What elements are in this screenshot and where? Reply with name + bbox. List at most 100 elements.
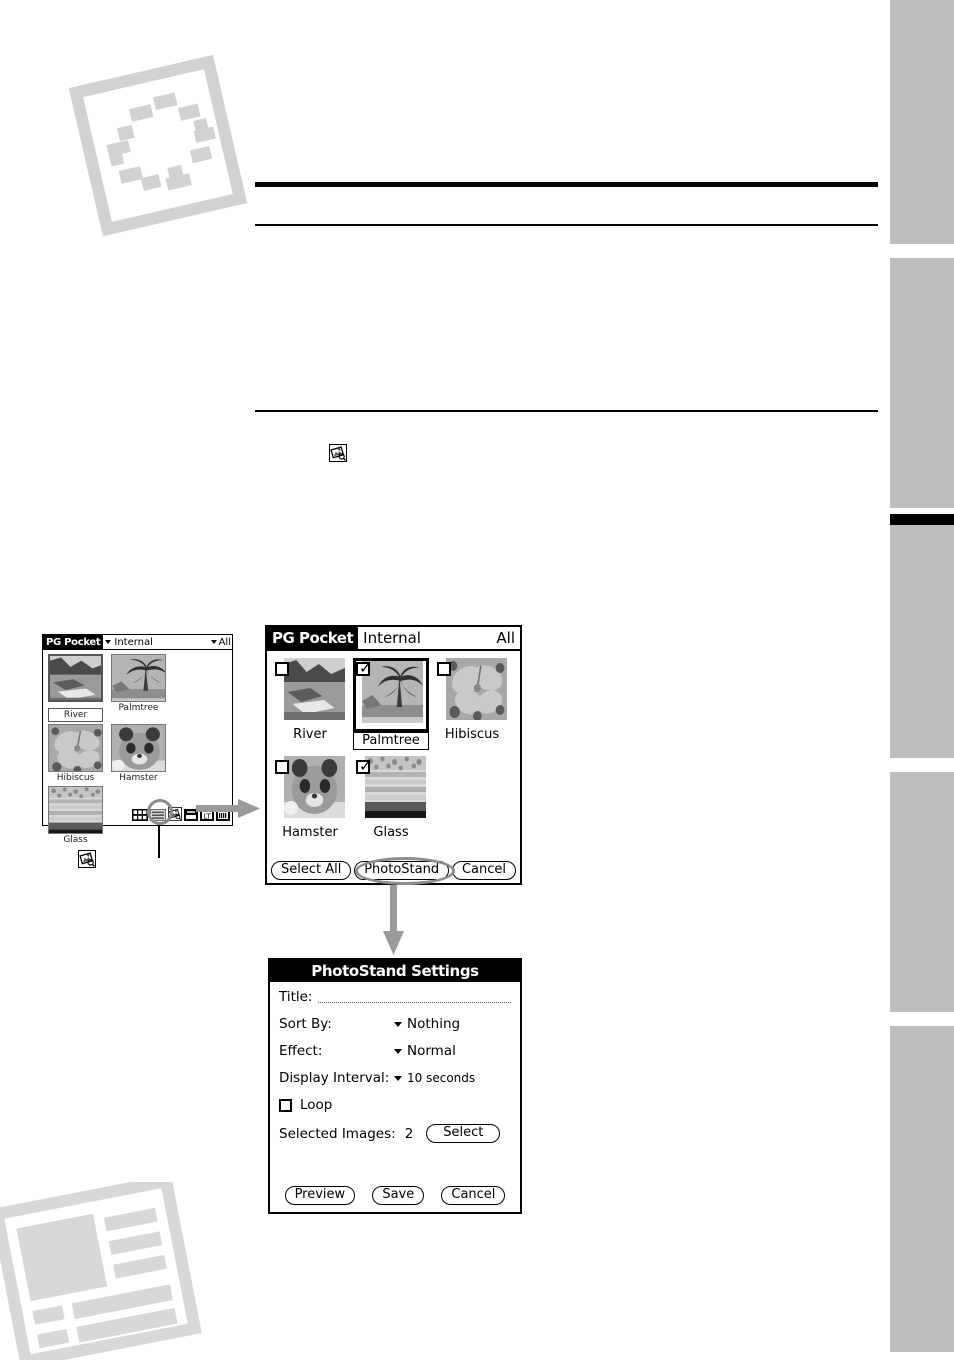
display-interval-select[interactable]: 10 seconds [394, 1071, 475, 1085]
caption: River [293, 727, 327, 742]
thumbnail-hamster[interactable] [111, 724, 166, 772]
sort-by-value: Nothing [407, 1016, 461, 1032]
list-item[interactable]: ✓ [353, 658, 429, 750]
chevron-down-icon [394, 1075, 402, 1081]
photostand-button-highlight-ring [355, 857, 455, 885]
thumbnail-hamster[interactable] [284, 756, 345, 818]
thumbnail-river[interactable] [48, 654, 103, 702]
display-interval-value: 10 seconds [407, 1071, 476, 1085]
app-title-large: PG Pocket [267, 627, 359, 649]
title-row: Title: [279, 989, 511, 1005]
thumbnail-palmtree[interactable] [111, 654, 166, 702]
dialog-body: Title: Sort By: Nothing Effect: Normal D… [270, 982, 520, 1143]
heading-rule-thick [255, 182, 878, 187]
checkbox-glass[interactable]: ✓ [356, 757, 372, 775]
sort-by-row: Sort By: Nothing [279, 1016, 511, 1032]
sidebar-item-tab-5[interactable] [890, 1026, 954, 1352]
sidebar-item-tab-4[interactable] [890, 772, 954, 1012]
category-picker-small[interactable]: Internal [103, 635, 211, 650]
thumbnail-view-icon[interactable] [132, 806, 148, 825]
list-item[interactable]: ✓ [356, 756, 426, 841]
caption: Hibiscus [56, 773, 95, 783]
thumb-wrap-palmtree[interactable]: ✓ [353, 658, 429, 732]
caption: Glass [63, 835, 88, 845]
display-interval-label: Display Interval: [279, 1070, 390, 1086]
thumb-wrap-hamster[interactable] [275, 756, 345, 824]
select-button[interactable]: Select [426, 1124, 501, 1143]
article-layout-watermark [0, 1182, 202, 1360]
effect-value: Normal [407, 1043, 456, 1059]
title-input[interactable] [318, 990, 511, 1003]
sidebar-item-tab-2[interactable] [890, 258, 954, 508]
list-item[interactable]: Palmtree [111, 654, 166, 722]
sidebar-item-tab-3[interactable] [890, 525, 954, 758]
dialog-cancel-button[interactable]: Cancel [441, 1186, 506, 1205]
photostand-settings-dialog[interactable]: PhotoStand Settings Title: Sort By: Noth… [268, 958, 522, 1214]
category-label-large[interactable]: Internal [358, 627, 496, 649]
thumbnail-glass[interactable] [365, 756, 426, 818]
photostand-icon-inline-body [329, 444, 347, 467]
preview-button[interactable]: Preview [284, 1186, 356, 1205]
caption: Palmtree [118, 703, 159, 713]
callout-leader-line [158, 826, 160, 858]
photo-frame-watermark [46, 44, 266, 248]
sort-by-select[interactable]: Nothing [394, 1016, 460, 1032]
scope-picker-small[interactable]: All [210, 635, 232, 650]
list-item[interactable]: River [48, 654, 103, 722]
list-item[interactable]: Hamster [111, 724, 166, 784]
caption: River [48, 708, 103, 722]
loop-label: Loop [300, 1097, 333, 1113]
selected-images-label: Selected Images: [279, 1125, 396, 1142]
checkbox-palmtree[interactable]: ✓ [356, 659, 372, 677]
checkbox-river[interactable] [275, 662, 289, 676]
checkbox-hamster[interactable] [275, 760, 289, 774]
cancel-button[interactable]: Cancel [451, 860, 516, 880]
category-label-small: Internal [114, 636, 153, 648]
list-item[interactable]: River [275, 658, 345, 750]
checkbox-hibiscus[interactable] [437, 662, 451, 676]
sidebar-item-tab-1[interactable] [890, 0, 954, 244]
list-item[interactable]: Hamster [275, 756, 345, 841]
check-mark-icon: ✓ [359, 659, 372, 677]
scope-label-large[interactable]: All [496, 627, 520, 649]
sort-by-label: Sort By: [279, 1016, 332, 1032]
caption: Glass [373, 825, 409, 840]
pg-pocket-window-large[interactable]: PG Pocket Internal All River ✓ Palmtree … [265, 625, 522, 885]
section-rule-thin [255, 410, 878, 412]
selected-images-row: Selected Images: 2 Select [279, 1124, 511, 1143]
select-all-button[interactable]: Select All [271, 860, 352, 880]
list-item[interactable]: Hibiscus [437, 658, 507, 750]
effect-row: Effect: Normal [279, 1043, 511, 1059]
title-label: Title: [279, 989, 313, 1005]
titlebar: PG Pocket Internal All [267, 627, 520, 651]
thumb-wrap-river[interactable] [275, 658, 345, 726]
arrow-small-to-large [196, 797, 262, 826]
caption: Hamster [282, 825, 338, 840]
check-mark-icon: ✓ [359, 757, 372, 775]
side-tab-column [890, 0, 954, 1352]
thumbnail-hibiscus[interactable] [446, 658, 507, 720]
effect-select[interactable]: Normal [394, 1043, 456, 1059]
app-title-small: PG Pocket [43, 635, 104, 650]
save-button[interactable]: Save [372, 1186, 425, 1205]
arrow-large-to-settings [380, 885, 408, 962]
photostand-icon-inline-callout [78, 850, 96, 873]
heading-rule-thin [255, 224, 878, 226]
chevron-down-icon [394, 1048, 402, 1054]
chevron-down-icon [105, 640, 112, 644]
thumbnail-hibiscus[interactable] [48, 724, 103, 772]
loop-checkbox[interactable] [279, 1098, 292, 1112]
list-item[interactable]: Hibiscus [48, 724, 103, 784]
caption: Hamster [119, 773, 158, 783]
caption: Palmtree [353, 732, 429, 750]
thumb-wrap-hibiscus[interactable] [437, 658, 507, 726]
loop-row[interactable]: Loop [279, 1097, 511, 1113]
chevron-down-icon [210, 640, 217, 644]
dialog-button-bar: Preview Save Cancel [270, 1186, 520, 1205]
thumbnail-river[interactable] [284, 658, 345, 720]
caption: Hibiscus [444, 727, 500, 742]
selected-images-count: 2 [404, 1125, 414, 1142]
chevron-down-icon [394, 1021, 402, 1027]
thumbnail-grid-large: River ✓ Palmtree Hibiscus Hamster ✓ Glas… [267, 651, 512, 847]
thumb-wrap-glass[interactable]: ✓ [356, 756, 426, 824]
